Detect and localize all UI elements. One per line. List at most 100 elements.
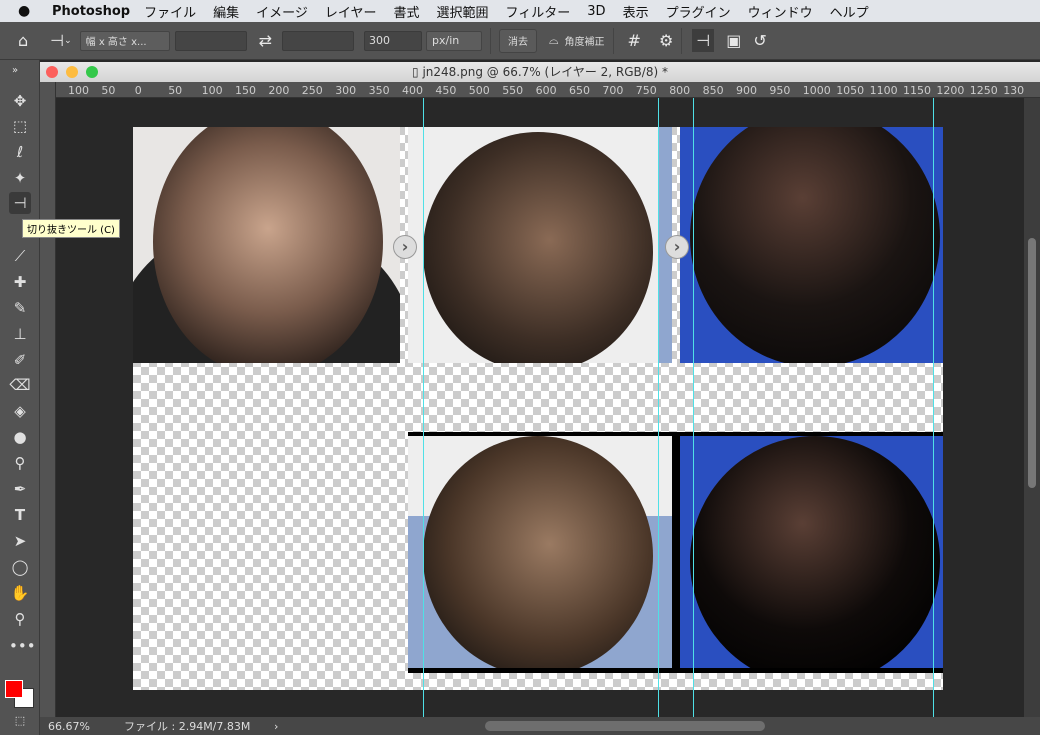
crop-tool-icon[interactable]: ⊣ (9, 192, 31, 214)
ruler-label: 130 (1003, 84, 1025, 97)
home-icon[interactable]: ⌂ (18, 31, 28, 50)
photo-top-right (680, 127, 943, 363)
resolution-input[interactable]: 300 (364, 30, 423, 51)
ruler-label: 1100 (869, 84, 898, 97)
width-input[interactable] (174, 30, 247, 51)
straighten-label[interactable]: 角度補正 (565, 33, 605, 48)
next-arrow-icon[interactable]: › (665, 235, 689, 259)
menu-select[interactable]: 選択範囲 (437, 2, 489, 21)
path-select-icon[interactable]: ➤ (9, 530, 31, 552)
ruler-label: 950 (769, 84, 791, 97)
ruler-label: 1000 (802, 84, 831, 97)
grid-overlay-icon[interactable]: # (628, 31, 641, 50)
menu-help[interactable]: ヘルプ (830, 2, 869, 21)
stamp-tool-icon[interactable]: ⊥ (9, 323, 31, 345)
ruler-label: 1050 (836, 84, 865, 97)
healing-brush-icon[interactable]: ✚ (9, 271, 31, 293)
menu-bar: ● Photoshop ファイル 編集 イメージ レイヤー 書式 選択範囲 フィ… (0, 0, 1040, 22)
swap-icon[interactable]: ⇄ (259, 31, 272, 50)
ruler-label: 350 (368, 84, 390, 97)
zoom-button[interactable] (86, 66, 98, 78)
magic-wand-icon[interactable]: ✦ (9, 167, 31, 189)
marquee-tool-icon[interactable]: ⬚ (9, 115, 31, 137)
tools-panel: » ✥ ⬚ ℓ ✦ ⊣ ⟋ ✚ ✎ ⊥ ✐ ⌫ ◈ ● ⚲ ✒ T ➤ ◯ ✋ … (0, 60, 40, 735)
unit-select[interactable]: px/in (426, 30, 483, 51)
file-icon: ▯ (412, 65, 423, 79)
menu-plugins[interactable]: プラグイン (666, 2, 731, 21)
canvas[interactable]: › › (56, 98, 1024, 717)
minimize-button[interactable] (66, 66, 78, 78)
next-arrow-icon[interactable]: › (393, 235, 417, 259)
status-menu-arrow-icon[interactable]: › (274, 720, 294, 733)
menu-edit[interactable]: 編集 (213, 2, 239, 21)
ruler-label: 50 (101, 84, 116, 97)
hand-tool-icon[interactable]: ✋ (9, 582, 31, 604)
eyedropper-icon[interactable]: ⟋ (9, 245, 31, 267)
dodge-tool-icon[interactable]: ⚲ (9, 452, 31, 474)
more-tools-icon[interactable]: ••• (9, 635, 36, 657)
photo-bottom (408, 432, 943, 673)
options-bar: ⌂ ⊣ ⌄ 幅 x 高さ x... ⇄ 300 px/in 消去 ⌓ 角度補正 … (0, 22, 1040, 60)
content-aware-icon[interactable]: ▣ (726, 31, 741, 50)
scroll-thumb[interactable] (1028, 238, 1036, 488)
menu-type[interactable]: 書式 (394, 2, 420, 21)
vertical-ruler[interactable] (40, 82, 56, 717)
height-input[interactable] (282, 30, 355, 51)
close-button[interactable] (46, 66, 58, 78)
menu-app[interactable]: Photoshop (52, 4, 130, 19)
menu-3d[interactable]: 3D (587, 4, 605, 19)
horizontal-ruler[interactable]: 100 50 0 50 100 150 200 250 300 350 400 450 500 550 60… (56, 82, 1040, 98)
menu-filter[interactable]: フィルター (506, 2, 571, 21)
menu-view[interactable]: 表示 (623, 2, 649, 21)
eraser-tool-icon[interactable]: ⌫ (9, 374, 31, 396)
ruler-label: 200 (268, 84, 290, 97)
ruler-label: 650 (569, 84, 590, 97)
ruler-label: 0 (134, 84, 142, 97)
ruler-label: 100 (201, 84, 223, 97)
ruler-label: 250 (301, 84, 323, 97)
move-tool-icon[interactable]: ✥ (9, 90, 31, 112)
menu-layer[interactable]: レイヤー (325, 2, 377, 21)
ruler-label: 1250 (969, 84, 998, 97)
horizontal-scrollbar[interactable] (485, 721, 765, 731)
foreground-color-swatch[interactable] (5, 680, 23, 698)
divider (612, 27, 614, 54)
ruler-label: 300 (335, 84, 357, 97)
type-tool-icon[interactable]: T (9, 504, 31, 526)
guide-line[interactable] (693, 98, 694, 717)
history-brush-icon[interactable]: ✐ (9, 349, 31, 371)
apple-icon[interactable]: ● (18, 3, 38, 19)
paint-bucket-icon[interactable]: ◈ (9, 400, 31, 422)
delete-cropped-pixels-icon[interactable]: ⊣ (692, 29, 715, 52)
ruler-label: 1150 (903, 84, 931, 97)
ratio-select[interactable]: 幅 x 高さ x... (79, 30, 170, 51)
file-size: ファイル : 2.94M/7.83M (124, 720, 251, 733)
reset-icon[interactable]: ↺ (753, 31, 766, 50)
quick-mask-icon[interactable]: ⬚ (9, 710, 31, 732)
divider (490, 27, 492, 54)
ruler-label: 850 (702, 84, 724, 97)
ruler-label: 50 (168, 84, 183, 97)
vertical-scrollbar[interactable] (1024, 98, 1040, 717)
guide-line[interactable] (658, 98, 659, 717)
zoom-tool-icon[interactable]: ⚲ (9, 608, 31, 630)
guide-line[interactable] (423, 98, 424, 717)
lasso-tool-icon[interactable]: ℓ (9, 141, 31, 163)
straighten-icon[interactable]: ⌓ (549, 33, 559, 48)
menu-window[interactable]: ウィンドウ (748, 2, 813, 21)
crop-tool-preset-icon[interactable]: ⊣ ⌄ (50, 31, 71, 50)
ellipse-tool-icon[interactable]: ◯ (9, 556, 31, 578)
pen-tool-icon[interactable]: ✒ (9, 478, 31, 500)
ruler-label: 800 (669, 84, 691, 97)
guide-line[interactable] (933, 98, 934, 717)
brush-tool-icon[interactable]: ✎ (9, 297, 31, 319)
clear-button[interactable]: 消去 (499, 28, 538, 53)
gear-icon[interactable]: ⚙ (659, 31, 673, 50)
document-title: jn248.png @ 66.7% (レイヤー 2, RGB/8) * (422, 65, 668, 79)
collapse-icon[interactable]: » (4, 60, 26, 82)
ruler-label: 450 (435, 84, 457, 97)
zoom-level[interactable]: 66.67% (48, 720, 110, 733)
menu-file[interactable]: ファイル (144, 2, 196, 21)
blur-tool-icon[interactable]: ● (9, 426, 31, 448)
menu-image[interactable]: イメージ (256, 2, 308, 21)
